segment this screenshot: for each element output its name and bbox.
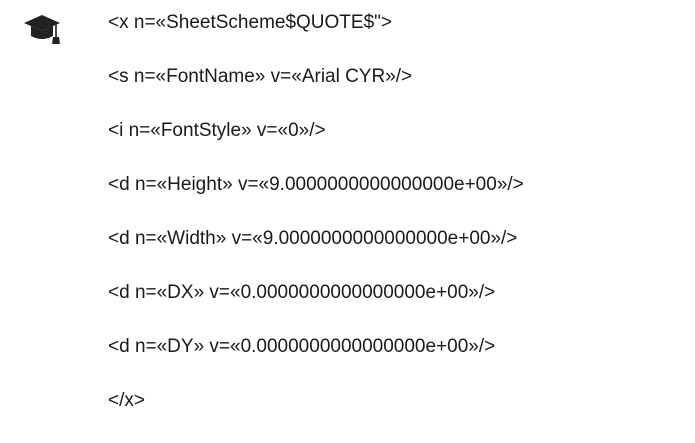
code-line-2: <s n=«FontName» v=«Arial CYR»/> — [108, 66, 413, 87]
code-line-4: <d n=«Height» v=«9.0000000000000000e+00»… — [108, 174, 524, 195]
code-line-1: <x n=«SheetScheme$QUOTE$"> — [108, 12, 392, 33]
code-line-3: <i n=«FontStyle» v=«0»/> — [108, 120, 326, 141]
graduation-cap-icon — [22, 11, 66, 47]
code-line-5: <d n=«Width» v=«9.0000000000000000e+00»/… — [108, 228, 518, 249]
code-line-6: <d n=«DX» v=«0.0000000000000000e+00»/> — [108, 282, 496, 303]
code-line-7: <d n=«DY» v=«0.0000000000000000e+00»/> — [108, 336, 496, 357]
code-line-8: </x> — [108, 390, 145, 411]
